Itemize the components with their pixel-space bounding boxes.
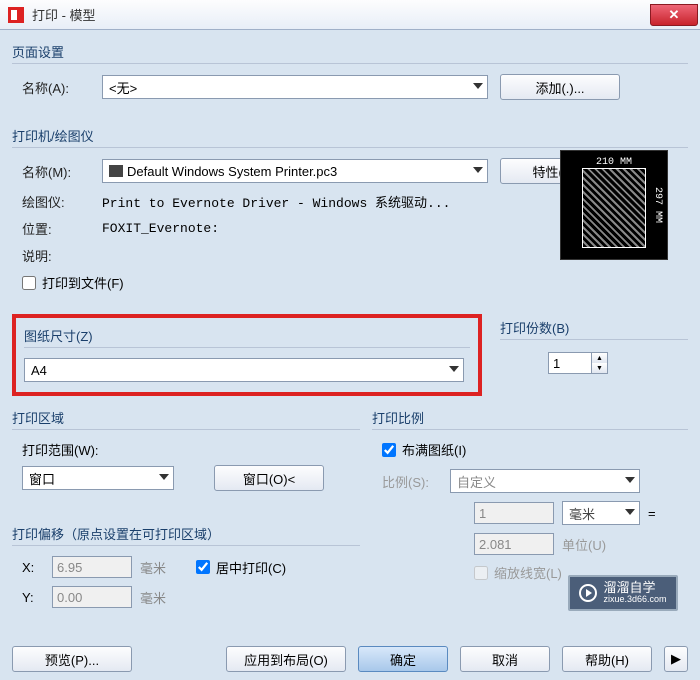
fit-input[interactable]: [382, 443, 396, 457]
titlebar: 打印 - 模型 ✕: [0, 0, 700, 30]
scale-label: 比例(S):: [382, 472, 450, 491]
range-value: 窗口: [29, 469, 55, 488]
apply-button[interactable]: 应用到布局(O): [226, 646, 346, 672]
ok-button[interactable]: 确定: [358, 646, 448, 672]
lineweight-input: [474, 566, 488, 580]
center-input[interactable]: [196, 560, 210, 574]
copies-heading: 打印份数(B): [500, 314, 688, 339]
copies-input[interactable]: [548, 352, 592, 374]
preview-button[interactable]: 预览(P)...: [12, 646, 132, 672]
paper-size-heading: 图纸尺寸(Z): [24, 322, 470, 347]
name-label: 名称(A):: [22, 78, 102, 97]
paper-size-combo[interactable]: A4: [24, 358, 464, 382]
plotter-value: Print to Evernote Driver - Windows 系统驱动.…: [102, 192, 450, 211]
paper-page-icon: [582, 168, 646, 248]
page-setup-heading: 页面设置: [12, 38, 688, 63]
x-unit: 毫米: [140, 558, 166, 577]
paper-preview: 210 MM 297 MM: [560, 150, 668, 260]
scale-heading: 打印比例: [372, 404, 688, 429]
center-checkbox[interactable]: 居中打印(C): [196, 558, 286, 577]
spinner-down-icon[interactable]: ▼: [592, 363, 607, 373]
plotter-label: 绘图仪:: [22, 192, 102, 211]
range-label: 打印范围(W):: [22, 440, 360, 459]
expand-button[interactable]: ▶: [664, 646, 688, 672]
close-button[interactable]: ✕: [650, 4, 698, 26]
scale-denom-input: [474, 533, 554, 555]
eq-label: =: [648, 506, 656, 521]
location-label: 位置:: [22, 219, 102, 238]
scale-value: 自定义: [457, 472, 496, 491]
desc-label: 说明:: [22, 246, 102, 265]
paper-size-highlight: 图纸尺寸(Z) A4: [12, 314, 482, 396]
chevron-right-icon: ▶: [671, 651, 681, 667]
app-logo-icon: [8, 7, 24, 23]
location-value: FOXIT_Evernote:: [102, 221, 219, 236]
copies-spinner[interactable]: ▲▼: [548, 352, 608, 374]
printer-heading: 打印机/绘图仪: [12, 122, 688, 147]
page-setup-section: 页面设置 名称(A): <无> 添加(.)...: [12, 38, 688, 116]
paper-width-label: 210 MM: [596, 157, 632, 168]
bottom-bar: 预览(P)... 应用到布局(O) 确定 取消 帮助(H) ▶: [0, 638, 700, 680]
fit-checkbox[interactable]: 布满图纸(I): [382, 440, 688, 459]
printer-icon: [109, 165, 123, 177]
close-icon: ✕: [669, 7, 680, 23]
y-unit: 毫米: [140, 588, 166, 607]
page-setup-name-value: <无>: [109, 78, 137, 97]
print-to-file-input[interactable]: [22, 276, 36, 290]
help-button[interactable]: 帮助(H): [562, 646, 652, 672]
scale-num-input: [474, 502, 554, 524]
y-label: Y:: [22, 590, 52, 605]
x-label: X:: [22, 560, 52, 575]
cancel-button[interactable]: 取消: [460, 646, 550, 672]
spinner-up-icon[interactable]: ▲: [592, 353, 607, 363]
scale-unit-combo[interactable]: 毫米: [562, 501, 640, 525]
area-heading: 打印区域: [12, 404, 360, 429]
x-input: [52, 556, 132, 578]
y-input: [52, 586, 132, 608]
printer-name-label: 名称(M):: [22, 162, 102, 181]
print-to-file-checkbox[interactable]: 打印到文件(F): [22, 273, 124, 292]
scale-combo[interactable]: 自定义: [450, 469, 640, 493]
window-title: 打印 - 模型: [32, 5, 650, 24]
paper-height-label: 297 MM: [652, 187, 663, 223]
printer-name-value: Default Windows System Printer.pc3: [127, 164, 337, 179]
printer-name-combo[interactable]: Default Windows System Printer.pc3: [102, 159, 488, 183]
window-button[interactable]: 窗口(O)<: [214, 465, 324, 491]
watermark: 溜溜自学 zixue.3d66.com: [568, 575, 678, 611]
denom-unit-label: 单位(U): [562, 535, 606, 554]
paper-size-value: A4: [31, 363, 47, 378]
add-button[interactable]: 添加(.)...: [500, 74, 620, 100]
page-setup-name-combo[interactable]: <无>: [102, 75, 488, 99]
play-icon: [579, 584, 597, 602]
range-combo[interactable]: 窗口: [22, 466, 174, 490]
